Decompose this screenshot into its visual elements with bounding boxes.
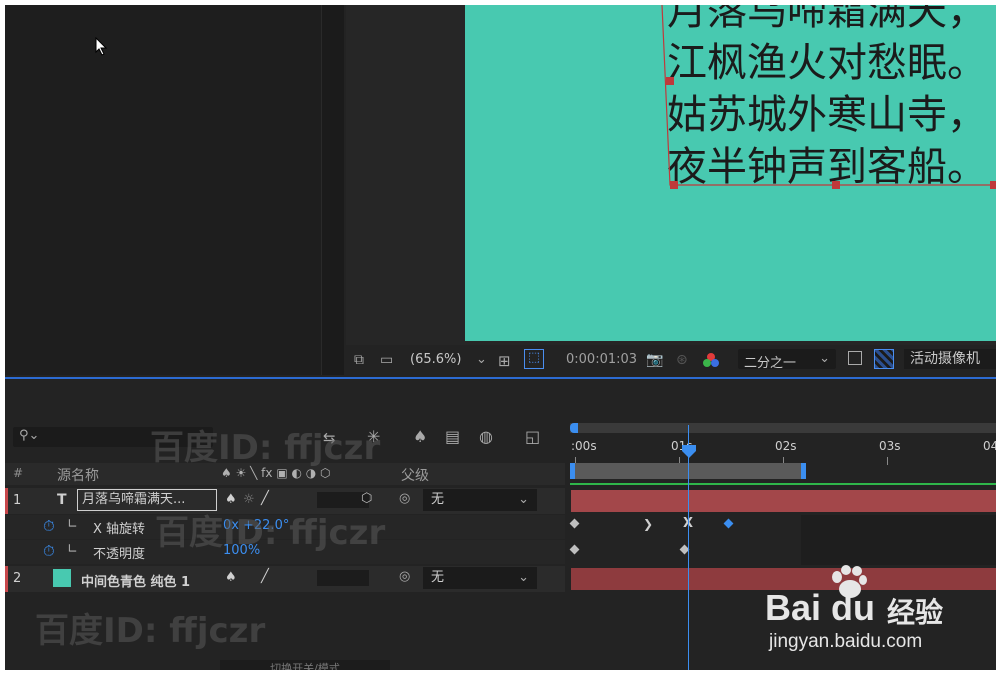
navigator-start-handle[interactable]: [570, 423, 578, 433]
layer-color-label: [5, 488, 8, 514]
monitor-icon[interactable]: ▭: [380, 352, 393, 368]
parent-value: 无: [431, 492, 445, 507]
timeline-empty-region: [801, 515, 996, 565]
parent-column-header[interactable]: 父级: [401, 465, 429, 485]
baidu-jingyan-logo: Bai du 经验 jingyan.baidu.com: [765, 565, 985, 660]
transform-handle[interactable]: [990, 181, 996, 189]
project-panel: [5, 5, 321, 375]
layer-row[interactable]: 2 中间色青色 纯色 1 ♠ ╱ ◎ 无 ⌄: [5, 566, 565, 592]
watermark-text: 百度ID: ffjczr: [155, 513, 386, 553]
viewer-toolbar: ⧉ ▭ (65.6%) ⌄ ⊞ ⬚ 0:00:01:03 📷 ⊛ 二分之一 ⌄ …: [346, 345, 996, 375]
parent-pickwhip-icon[interactable]: ◎: [399, 569, 410, 584]
baidu-brand-text-2: du: [831, 587, 875, 628]
after-effects-window: 月落乌啼霜满天， 江枫渔火对愁眠。 姑苏城外寒山寺， 夜半钟声到客船。 ⧉ ▭ …: [5, 5, 996, 670]
property-name: X 轴旋转: [93, 522, 146, 537]
resolution-dropdown[interactable]: 二分之一 ⌄: [738, 349, 836, 371]
index-column-header: #: [13, 466, 24, 480]
grid-guides-icon[interactable]: ⊞: [498, 352, 511, 370]
current-timecode[interactable]: 0:00:01:03: [566, 352, 637, 367]
quality-switch-icon[interactable]: ╱: [261, 491, 269, 506]
transform-handle[interactable]: [670, 181, 678, 189]
3d-layer-icon[interactable]: ⬡: [361, 491, 372, 506]
mask-visibility-icon[interactable]: ⬚: [524, 349, 544, 369]
search-icon: ⚲⌄: [19, 428, 40, 443]
ruler-label: 02s: [775, 439, 797, 453]
work-area-navigator[interactable]: [570, 423, 996, 433]
toggle-switches-modes-button[interactable]: 切换开关/模式: [220, 660, 390, 670]
switch-slots[interactable]: [317, 570, 369, 586]
parent-dropdown[interactable]: 无 ⌄: [423, 567, 537, 589]
parent-dropdown[interactable]: 无 ⌄: [423, 489, 537, 511]
graph-icon[interactable]: ∟: [67, 542, 78, 557]
ruler-label: 04s: [983, 439, 996, 453]
camera-view-dropdown[interactable]: 活动摄像机: [904, 349, 996, 369]
property-name: 不透明度: [93, 547, 146, 562]
ease-keyframe[interactable]: ❯: [643, 517, 653, 531]
parent-pickwhip-icon[interactable]: ◎: [399, 491, 410, 506]
work-area-end-handle[interactable]: [801, 463, 806, 479]
transparency-grid-icon[interactable]: [874, 349, 894, 369]
ruler-tick: [887, 457, 888, 465]
transform-handle[interactable]: [666, 77, 674, 85]
layer-index: 1: [13, 493, 22, 508]
region-of-interest-icon[interactable]: [848, 351, 862, 365]
resolution-label: 二分之一: [744, 356, 797, 371]
work-area-start-handle[interactable]: [570, 463, 575, 479]
layer-name[interactable]: 中间色青色 纯色 1: [81, 571, 190, 590]
graph-editor-icon[interactable]: ◱: [525, 427, 540, 446]
layer-index: 2: [13, 571, 22, 586]
camera-snapshot-icon[interactable]: 📷: [646, 352, 663, 368]
layer-1-duration-bar[interactable]: [571, 490, 996, 512]
chevron-down-icon: ⌄: [476, 352, 487, 367]
ruler-label: :00s: [571, 439, 597, 453]
playhead-handle[interactable]: [681, 445, 697, 459]
quality-switch-icon[interactable]: ╱: [261, 569, 269, 584]
always-preview-icon[interactable]: ⧉: [354, 352, 364, 368]
watermark-text: 百度ID: ffjczr: [35, 611, 266, 651]
stopwatch-icon[interactable]: ⏱: [43, 517, 55, 535]
baidu-brand-text: Bai: [765, 587, 822, 628]
motion-blur-icon[interactable]: ◍: [479, 427, 493, 446]
layer-color-label: [5, 566, 8, 592]
graph-icon[interactable]: ∟: [67, 517, 78, 532]
solid-color-swatch: [53, 569, 71, 587]
show-snapshot-icon[interactable]: ⊛: [676, 352, 688, 368]
text-layer-icon: T: [57, 492, 67, 508]
ruler-label: 03s: [879, 439, 901, 453]
cache-indicator: [570, 483, 996, 485]
mouse-cursor-icon: [95, 37, 108, 56]
chevron-down-icon: ⌄: [819, 351, 830, 366]
layer-bounding-box[interactable]: [660, 5, 996, 195]
stopwatch-icon[interactable]: ⏱: [43, 542, 55, 560]
color-channels-icon[interactable]: [702, 352, 720, 372]
panel-divider: [321, 5, 344, 375]
watermark-text: 百度ID: ffjczr: [150, 428, 381, 468]
playhead-line[interactable]: [688, 425, 689, 670]
parent-value: 无: [431, 570, 445, 585]
transform-handle[interactable]: [832, 181, 840, 189]
shy-switch-icon[interactable]: ♠: [225, 570, 237, 585]
shy-layers-icon[interactable]: ♠: [413, 427, 427, 446]
frame-blending-icon[interactable]: ▤: [445, 427, 460, 446]
chevron-down-icon: ⌄: [518, 492, 529, 507]
chevron-down-icon: ⌄: [518, 570, 529, 585]
jingyan-url: jingyan.baidu.com: [769, 631, 923, 652]
source-name-column-header[interactable]: 源名称: [57, 465, 99, 485]
zoom-dropdown[interactable]: (65.6%): [410, 352, 461, 367]
jingyan-text: 经验: [887, 597, 944, 628]
